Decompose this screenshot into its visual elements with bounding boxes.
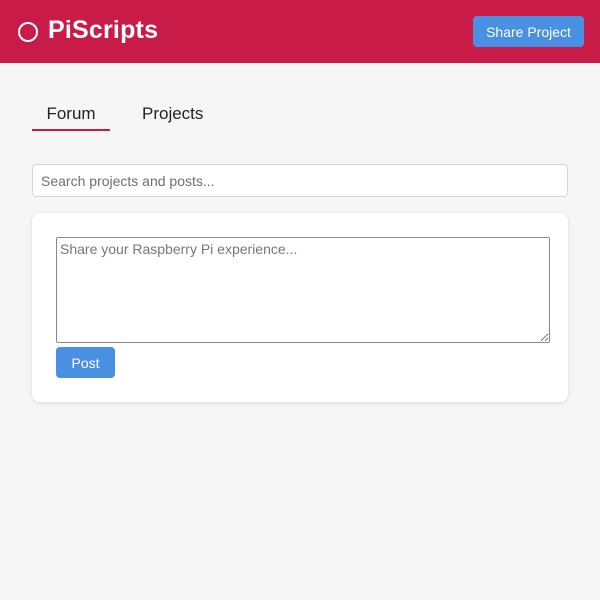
share-project-button[interactable]: Share Project [473, 16, 584, 47]
logo-circle-icon [18, 22, 38, 42]
search-input[interactable] [32, 164, 568, 197]
app-title: PiScripts [48, 16, 159, 44]
tab-projects[interactable]: Projects [142, 96, 203, 132]
post-button[interactable]: Post [56, 347, 115, 378]
tab-forum[interactable]: Forum [32, 96, 110, 132]
post-textarea[interactable] [56, 237, 550, 343]
app-header: PiScripts Share Project [0, 0, 600, 63]
active-tab-indicator [32, 129, 110, 131]
post-composer-card: Post [32, 213, 568, 402]
